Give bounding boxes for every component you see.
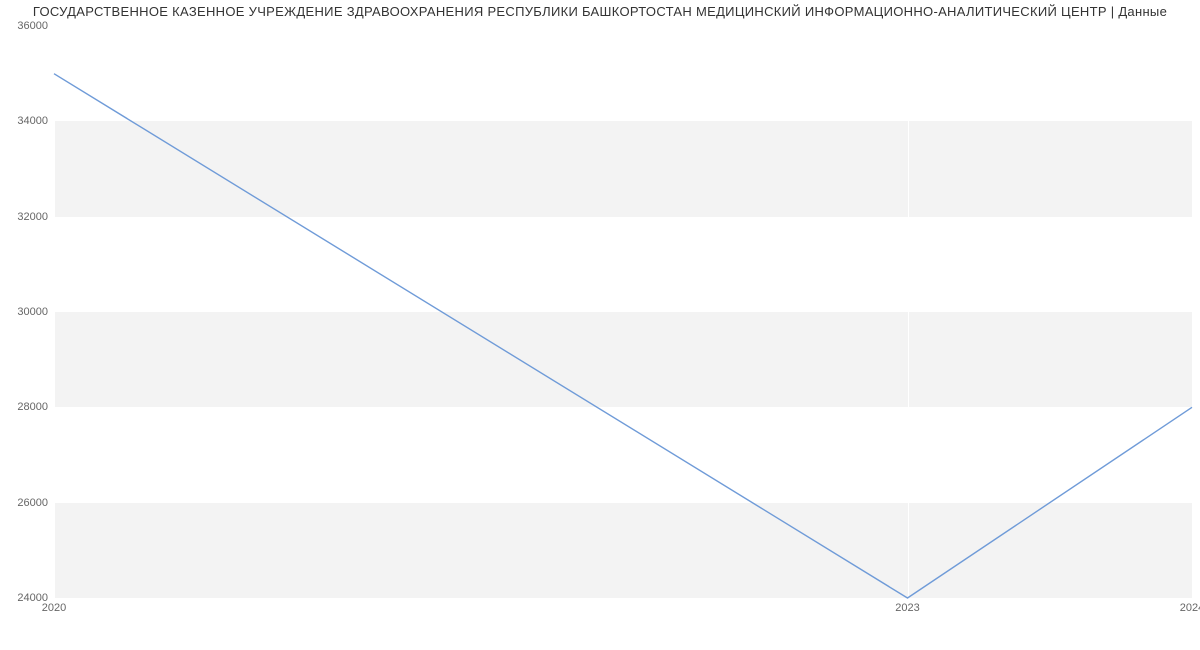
- x-tick-label: 2023: [895, 602, 919, 614]
- line-series: [54, 26, 1192, 598]
- plot-area: [54, 26, 1192, 598]
- y-tick-label: 28000: [3, 401, 48, 413]
- y-tick-label: 32000: [3, 211, 48, 223]
- y-tick-label: 26000: [3, 497, 48, 509]
- data-line: [54, 74, 1192, 598]
- y-tick-label: 34000: [3, 115, 48, 127]
- x-tick-label: 2020: [42, 602, 66, 614]
- y-tick-label: 36000: [3, 20, 48, 32]
- grid-vline: [1192, 26, 1193, 598]
- y-tick-label: 30000: [3, 306, 48, 318]
- chart-title: ГОСУДАРСТВЕННОЕ КАЗЕННОЕ УЧРЕЖДЕНИЕ ЗДРА…: [0, 4, 1200, 19]
- x-tick-label: 2024: [1180, 602, 1200, 614]
